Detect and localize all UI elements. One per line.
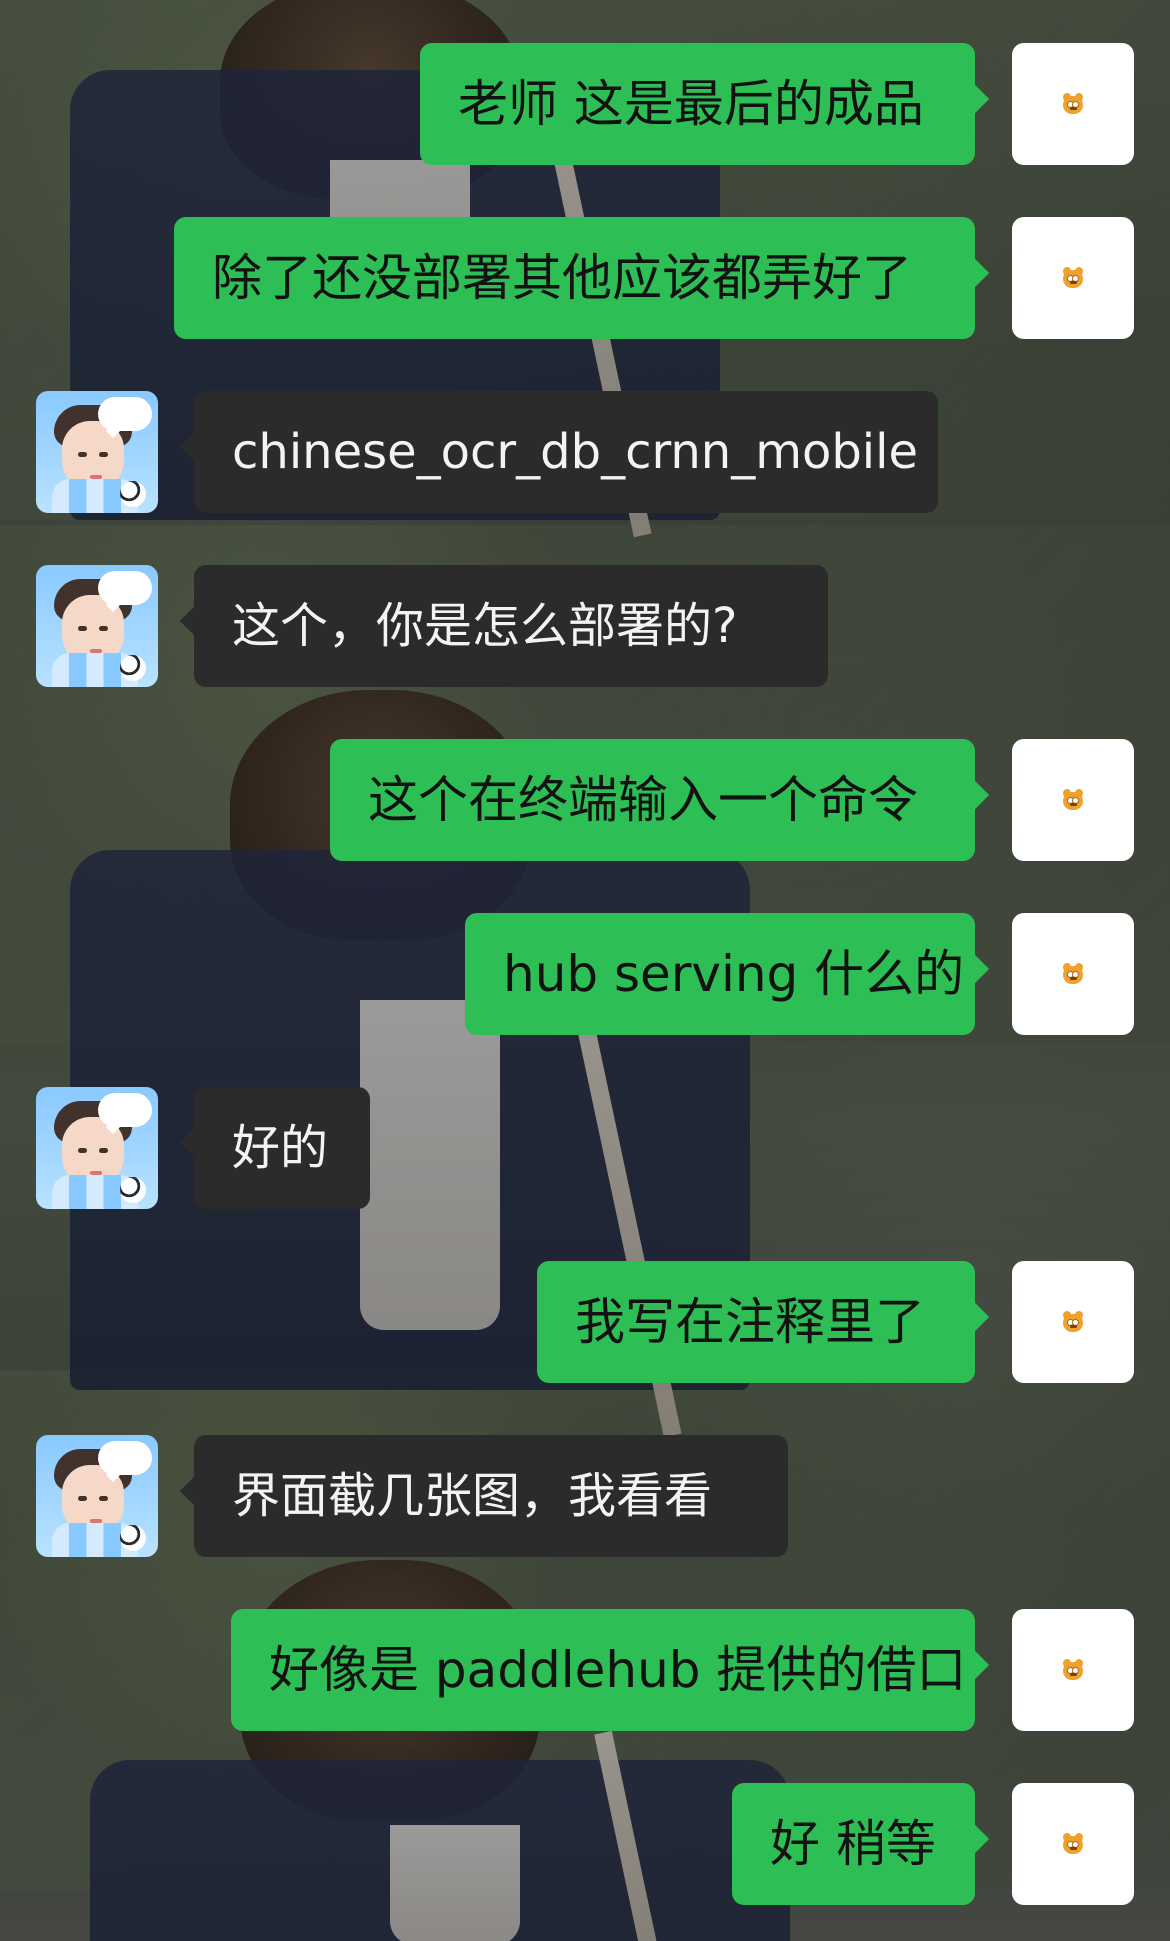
message-text: 好的 bbox=[232, 1120, 329, 1176]
user-avatar[interactable] bbox=[1012, 217, 1134, 339]
contact-avatar[interactable] bbox=[36, 565, 158, 687]
message-bubble-incoming[interactable]: 这个，你是怎么部署的? bbox=[194, 565, 828, 687]
garfield-icon bbox=[1059, 264, 1087, 292]
user-avatar[interactable] bbox=[1012, 1609, 1134, 1731]
user-avatar[interactable] bbox=[1012, 913, 1134, 1035]
message-text: 这个，你是怎么部署的? bbox=[232, 598, 738, 654]
message-bubble-incoming[interactable]: 好的 bbox=[194, 1087, 370, 1209]
user-avatar[interactable] bbox=[1012, 1261, 1134, 1383]
garfield-icon bbox=[1059, 786, 1087, 814]
message-bubble-outgoing[interactable]: 好 稍等 bbox=[732, 1783, 975, 1905]
message-text: hub serving 什么的 bbox=[503, 945, 965, 1003]
message-text: 老师 这是最后的成品 bbox=[458, 75, 924, 133]
message-bubble-incoming[interactable]: chinese_ocr_db_crnn_mobile bbox=[194, 391, 938, 513]
message-text: 除了还没部署其他应该都弄好了 bbox=[212, 249, 912, 307]
message-text: 好 稍等 bbox=[770, 1815, 936, 1873]
garfield-icon bbox=[1059, 90, 1087, 118]
user-avatar[interactable] bbox=[1012, 739, 1134, 861]
message-bubble-outgoing[interactable]: 除了还没部署其他应该都弄好了 bbox=[174, 217, 975, 339]
garfield-icon bbox=[1059, 1308, 1087, 1336]
contact-avatar[interactable] bbox=[36, 1435, 158, 1557]
message-text: 这个在终端输入一个命令 bbox=[368, 771, 918, 829]
message-bubble-outgoing[interactable]: 老师 这是最后的成品 bbox=[420, 43, 975, 165]
message-text: 好像是 paddlehub 提供的借口 bbox=[269, 1641, 967, 1699]
message-text: 界面截几张图，我看看 bbox=[232, 1468, 713, 1524]
message-bubble-outgoing[interactable]: 我写在注释里了 bbox=[537, 1261, 975, 1383]
contact-avatar[interactable] bbox=[36, 1087, 158, 1209]
message-bubble-outgoing[interactable]: 这个在终端输入一个命令 bbox=[330, 739, 975, 861]
garfield-icon bbox=[1059, 960, 1087, 988]
chat-thread: 老师 这是最后的成品 除了还没部署其他应该都弄好了 chinese_ocr_db… bbox=[0, 0, 1170, 1941]
message-text: 我写在注释里了 bbox=[575, 1293, 925, 1351]
garfield-icon bbox=[1059, 1656, 1087, 1684]
message-bubble-outgoing[interactable]: hub serving 什么的 bbox=[465, 913, 975, 1035]
user-avatar[interactable] bbox=[1012, 1783, 1134, 1905]
user-avatar[interactable] bbox=[1012, 43, 1134, 165]
message-text: chinese_ocr_db_crnn_mobile bbox=[232, 424, 918, 480]
message-bubble-outgoing[interactable]: 好像是 paddlehub 提供的借口 bbox=[231, 1609, 975, 1731]
garfield-icon bbox=[1059, 1830, 1087, 1858]
message-bubble-incoming[interactable]: 界面截几张图，我看看 bbox=[194, 1435, 788, 1557]
chat-screen: 老师 这是最后的成品 除了还没部署其他应该都弄好了 chinese_ocr_db… bbox=[0, 0, 1170, 1941]
contact-avatar[interactable] bbox=[36, 391, 158, 513]
